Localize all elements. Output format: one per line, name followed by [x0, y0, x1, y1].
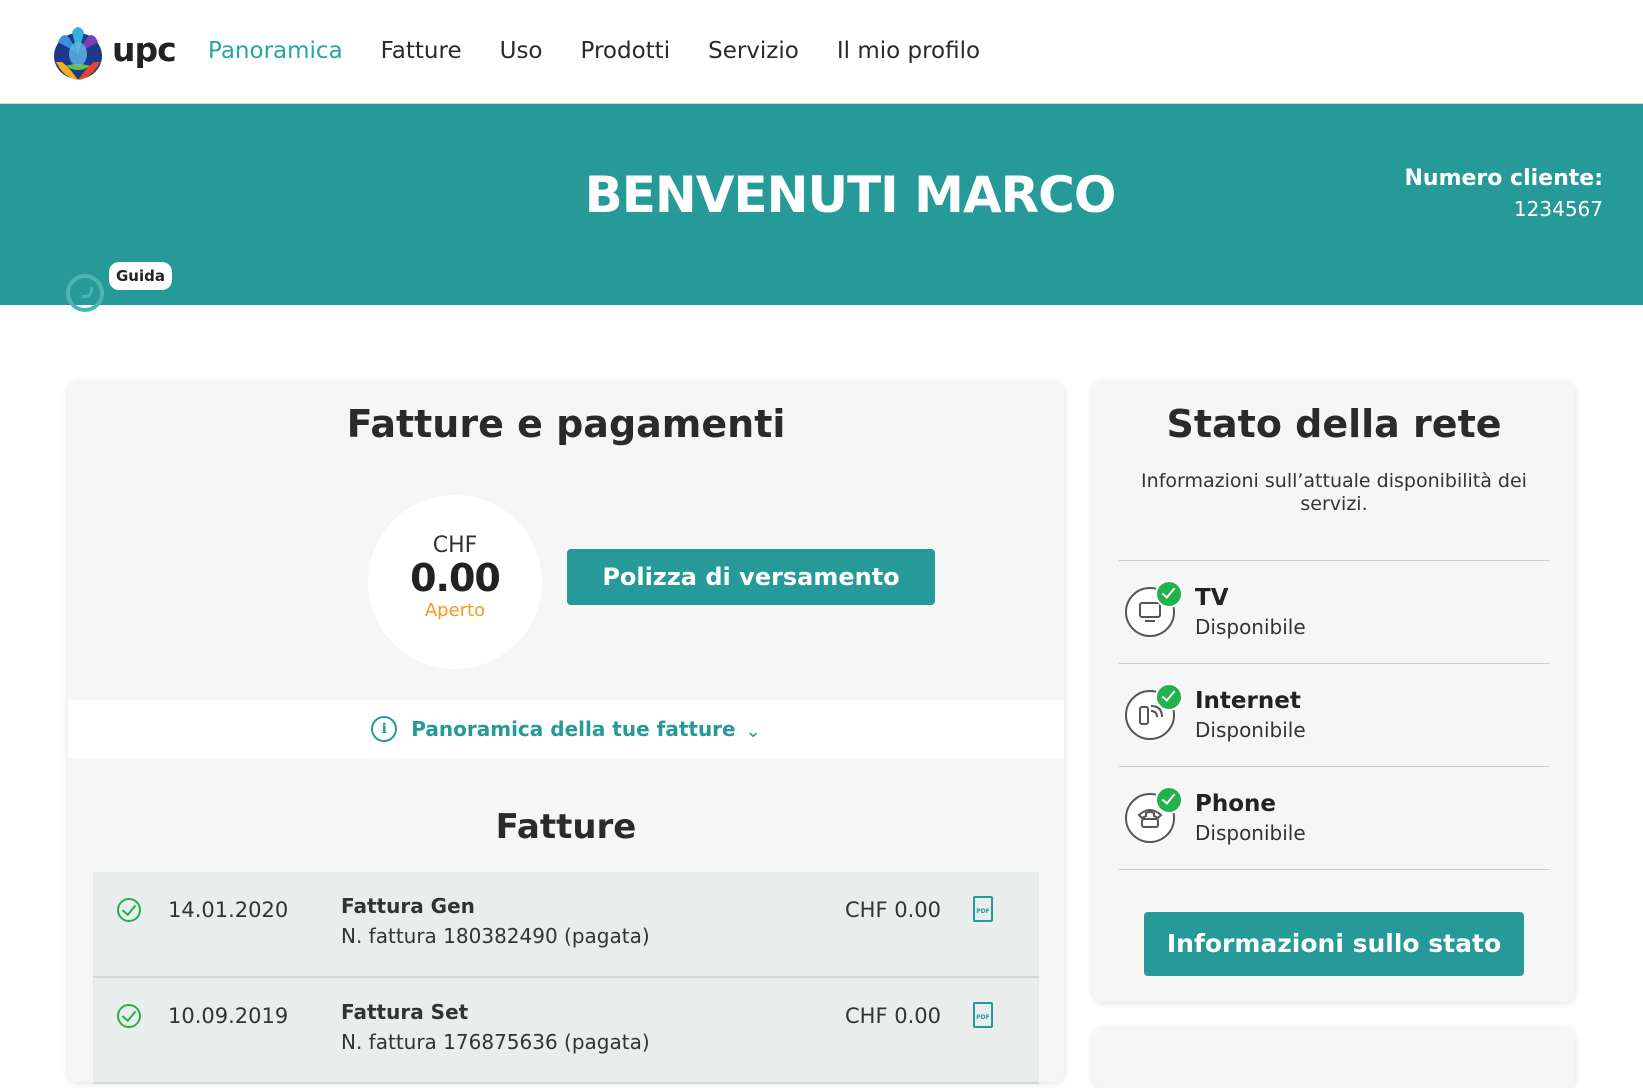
invoice-amount: CHF 0.00	[845, 1004, 941, 1028]
invoice-date: 10.09.2019	[168, 1004, 289, 1028]
customer-number-value: 1234567	[1513, 197, 1603, 221]
invoice-number: N. fattura 176875636 (pagata)	[341, 1030, 650, 1054]
pdf-icon[interactable]	[973, 1002, 993, 1028]
upc-logo-icon	[54, 27, 102, 80]
service-list: TV Disponibile Internet Disponibile Phon…	[1119, 560, 1549, 870]
service-tv: TV Disponibile	[1119, 561, 1549, 664]
info-icon: i	[371, 716, 398, 742]
invoice-number: N. fattura 180382490 (pagata)	[341, 924, 650, 948]
bills-overview-label: Panoramica della tue fatture	[411, 717, 736, 741]
service-name: TV	[1195, 585, 1229, 611]
status-info-button[interactable]: Informazioni sullo stato	[1144, 912, 1524, 976]
service-status: Disponibile	[1195, 615, 1306, 639]
invoice-row[interactable]: 10.09.2019 Fattura Set N. fattura 176875…	[93, 978, 1039, 1084]
invoice-amount: CHF 0.00	[845, 898, 941, 922]
main-nav: Panoramica Fatture Uso Prodotti Servizio…	[208, 38, 1018, 64]
bills-card: Fatture e pagamenti CHF 0.00 Aperto Poli…	[68, 382, 1064, 1084]
balance-amount: 0.00	[410, 556, 501, 600]
invoice-list: 14.01.2020 Fattura Gen N. fattura 180382…	[93, 872, 1039, 1084]
paid-check-icon	[117, 898, 141, 922]
bills-overview-toggle[interactable]: i Panoramica della tue fatture ⌄	[68, 700, 1064, 758]
customer-number-block: Numero cliente: 1234567	[1405, 166, 1603, 221]
network-status-card: Stato della rete Informazioni sull’attua…	[1093, 382, 1575, 1002]
nav-item-fatture[interactable]: Fatture	[381, 38, 462, 64]
nav-item-profilo[interactable]: Il mio profilo	[837, 38, 980, 64]
welcome-banner: BENVENUTI MARCO Numero cliente: 1234567 …	[0, 104, 1643, 312]
balance-currency: CHF	[432, 533, 478, 558]
payment-slip-button[interactable]: Polizza di versamento	[567, 549, 935, 605]
service-status: Disponibile	[1195, 821, 1306, 845]
service-phone: Phone Disponibile	[1119, 767, 1549, 870]
nav-item-servizio[interactable]: Servizio	[708, 38, 799, 64]
available-check-icon	[1155, 580, 1183, 608]
guide-button[interactable]: Guida	[109, 262, 172, 290]
invoice-name: Fattura Gen	[341, 894, 475, 918]
network-status-title: Stato della rete	[1166, 402, 1502, 446]
paid-check-icon	[117, 1004, 141, 1028]
invoice-row[interactable]: 14.01.2020 Fattura Gen N. fattura 180382…	[93, 872, 1039, 978]
customer-number-label: Numero cliente:	[1404, 166, 1603, 191]
nav-item-prodotti[interactable]: Prodotti	[581, 38, 671, 64]
invoice-name: Fattura Set	[341, 1000, 469, 1024]
service-name: Phone	[1195, 791, 1277, 817]
available-check-icon	[1155, 786, 1183, 814]
service-internet: Internet Disponibile	[1119, 664, 1549, 767]
network-status-description: Informazioni sull’attuale disponibilità …	[1141, 470, 1527, 515]
chevron-down-icon: ⌄	[745, 720, 761, 741]
upc-logo[interactable]: upc	[50, 22, 177, 82]
bills-title: Fatture e pagamenti	[346, 402, 786, 446]
available-check-icon	[1155, 683, 1183, 711]
balance-circle: CHF 0.00 Aperto	[368, 495, 542, 669]
welcome-title: BENVENUTI MARCO	[584, 166, 1117, 224]
balance-status: Aperto	[424, 600, 486, 621]
service-status: Disponibile	[1195, 718, 1306, 742]
secondary-card	[1093, 1028, 1575, 1088]
invoices-title: Fatture	[495, 807, 637, 847]
pdf-icon[interactable]	[973, 896, 993, 922]
nav-item-panoramica[interactable]: Panoramica	[208, 38, 343, 64]
invoice-date: 14.01.2020	[168, 898, 289, 922]
nav-item-uso[interactable]: Uso	[500, 38, 543, 64]
service-name: Internet	[1195, 688, 1301, 714]
top-navigation: upc Panoramica Fatture Uso Prodotti Serv…	[0, 0, 1643, 104]
logo-text: upc	[112, 29, 177, 69]
guide-icon[interactable]	[66, 274, 104, 312]
